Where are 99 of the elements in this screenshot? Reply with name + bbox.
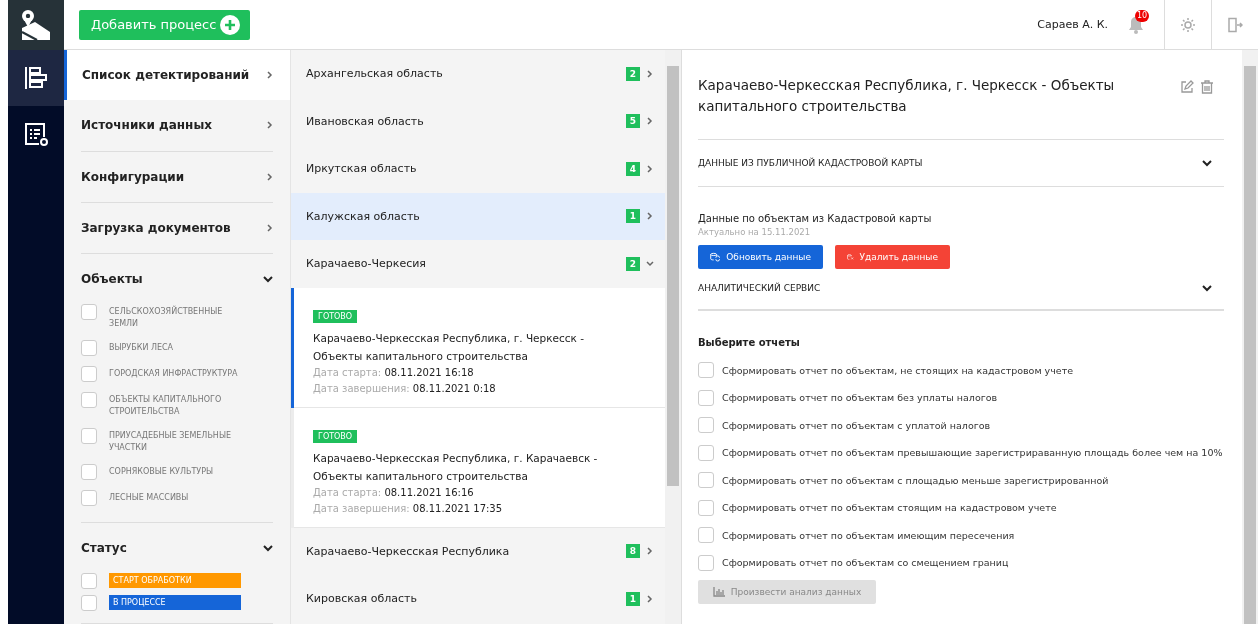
notification-count: 10	[1135, 9, 1150, 22]
object-type-label: ЛЕСНЫЕ МАССИВЫ	[109, 492, 189, 504]
cadastre-section-header[interactable]: ДАННЫЕ ИЗ ПУБЛИЧНОЙ КАДАСТРОВОЙ КАРТЫ	[698, 140, 1224, 187]
region-row[interactable]: Калужская область 1	[291, 192, 665, 240]
actual-date: Актуально на 15.11.2021	[698, 227, 812, 237]
delete-data-button[interactable]: Удалить данные	[835, 245, 950, 269]
object-type-label: СЕЛЬСКОХОЗЯЙСТВЕННЫЕ ЗЕМЛИ	[109, 304, 224, 330]
status-filter-header[interactable]: Статус	[81, 523, 273, 573]
date-value: 08.11.2021 17:35	[412, 502, 503, 514]
report-option-label: Сформировать отчет по объектам стоящим на кадастровом учете	[722, 502, 1057, 513]
checkbox[interactable]	[698, 389, 714, 406]
count-badge: 2	[625, 66, 640, 81]
chevron-icon	[647, 594, 653, 603]
update-data-button[interactable]: Обновить данные	[698, 245, 823, 269]
chevron-right-icon	[267, 71, 273, 80]
date-label: Дата старта:	[313, 366, 382, 378]
nav-item[interactable]: Список детектирований	[64, 50, 290, 101]
chevron-down-icon	[1202, 159, 1212, 167]
report-option-label: Сформировать отчет по объектам превышающие зарегистрираванную площадь более чем на 10%	[722, 447, 1223, 458]
report-option-label: Сформировать отчет по объектам, не стоящих на кадастровом учете	[722, 364, 1074, 376]
status-tag: СТАРТ ОБРАБОТКИ	[109, 573, 241, 588]
count-badge: 2	[625, 256, 640, 271]
object-type-label: ВЫРУБКИ ЛЕСА	[109, 342, 174, 354]
nav-item[interactable]: Загрузка документов	[81, 202, 273, 254]
checkbox[interactable]	[698, 499, 714, 516]
object-type-label: ПРИУСАДЕБНЫЕ ЗЕМЕЛЬНЫЕ УЧАСТКИ	[109, 430, 232, 454]
process-title: Карачаево-Черкесская Республика, г. Черкесск - Объекты капитального строительства	[313, 330, 586, 364]
status-tag: ГОТОВО	[313, 309, 358, 323]
checkbox[interactable]	[698, 472, 714, 488]
count-badge: 4	[625, 161, 640, 176]
report-option-label: Сформировать отчет по объектам без уплаты налогов	[722, 392, 998, 403]
nav-item[interactable]: Источники данных	[81, 100, 273, 152]
checkbox[interactable]	[81, 340, 97, 356]
count-badge: 5	[625, 114, 640, 129]
nav-item[interactable]: Конфигурации	[81, 151, 273, 203]
user-name[interactable]: Сараев А. К.	[1037, 18, 1108, 31]
edit-icon[interactable]	[1180, 80, 1194, 94]
list-icon[interactable]	[8, 50, 64, 106]
checkbox[interactable]	[698, 554, 714, 571]
region-row[interactable]: Карачаево-Черкесская Республика 8	[291, 527, 665, 575]
date-label: Дата старта:	[313, 486, 382, 498]
chevron-down-icon	[263, 275, 273, 283]
objects-filter-header[interactable]: Объекты	[81, 254, 273, 304]
date-value: 08.11.2021 16:16	[384, 486, 474, 498]
chevron-right-icon	[267, 223, 273, 232]
checkbox[interactable]	[81, 366, 97, 382]
chevron-right-icon	[267, 121, 273, 130]
checkbox[interactable]	[698, 417, 714, 433]
checkbox[interactable]	[81, 573, 97, 589]
report-option-label: Сформировать отчет по объектам со смещением границ	[722, 557, 1009, 568]
checkbox[interactable]	[698, 362, 714, 378]
delete-icon[interactable]	[1200, 80, 1214, 94]
count-badge: 1	[625, 209, 640, 224]
checkbox[interactable]	[81, 595, 97, 611]
database-delete-icon	[847, 251, 854, 263]
chevron-icon	[647, 212, 653, 221]
checkbox[interactable]	[698, 444, 714, 461]
checkbox[interactable]	[81, 464, 97, 480]
date-label: Дата завершения:	[313, 502, 410, 514]
region-row[interactable]: Карачаево-Черкесия 2	[291, 240, 665, 288]
date-label: Дата завершения:	[313, 382, 410, 394]
bar-chart-icon	[712, 587, 725, 597]
chevron-down-icon	[263, 544, 273, 552]
process-title: Карачаево-Черкесская Республика, г. Карачаевск - Объекты капитального строительства	[313, 450, 599, 484]
object-type-label: СОРНЯКОВЫЕ КУЛЬТУРЫ	[109, 466, 214, 478]
analytics-section-header[interactable]: АНАЛИТИЧЕСКИЙ СЕРВИС	[698, 283, 1224, 310]
reports-title: Выберите отчеты	[698, 310, 1224, 348]
count-badge: 1	[625, 591, 640, 606]
date-value: 08.11.2021 0:18	[412, 382, 496, 394]
report-option-label: Сформировать отчет по объектам с уплатой налогов	[722, 419, 991, 431]
chevron-icon	[647, 164, 653, 173]
count-badge: 8	[625, 544, 640, 559]
chevron-icon	[647, 117, 653, 126]
region-row[interactable]: Архангельская область 2	[291, 50, 665, 98]
region-row[interactable]: Кировская область 1	[291, 575, 665, 623]
object-type-label: ОБЪЕКТЫ КАПИТАЛЬНОГО СТРОИТЕЛЬСТВА	[109, 394, 223, 418]
status-tag: В ПРОЦЕССЕ	[109, 595, 241, 610]
plus-icon	[220, 14, 241, 35]
database-refresh-icon	[710, 251, 721, 263]
checkbox[interactable]	[81, 392, 97, 408]
region-row[interactable]: Иркутская область 4	[291, 145, 665, 193]
date-value: 08.11.2021 16:18	[384, 366, 474, 378]
report-option-label: Сформировать отчет по объектам с площадью меньше зарегистрированной	[722, 474, 1109, 486]
chevron-down-icon	[1202, 284, 1212, 292]
chevron-icon	[647, 69, 653, 78]
chevron-right-icon	[267, 172, 273, 181]
object-type-label: ГОРОДСКАЯ ИНФРАСТРУКТУРА	[109, 368, 238, 380]
checkbox[interactable]	[81, 490, 97, 506]
report-option-label: Сформировать отчет по объектам имеющим пересечения	[722, 529, 1015, 541]
chevron-icon	[646, 260, 654, 267]
checkbox[interactable]	[81, 428, 97, 444]
cadastre-data-title: Данные по объектам из Кадастровой карты	[698, 213, 933, 224]
chevron-icon	[647, 547, 653, 556]
checkbox[interactable]	[698, 527, 714, 543]
detail-title: Карачаево-Черкесская Республика, г. Черкесск - Объекты капитального строительства	[698, 76, 1116, 116]
status-tag: ГОТОВО	[313, 429, 358, 443]
checkbox[interactable]	[81, 304, 97, 320]
scrollbar[interactable]	[1242, 50, 1258, 624]
region-row[interactable]: Ивановская область 5	[291, 97, 665, 145]
